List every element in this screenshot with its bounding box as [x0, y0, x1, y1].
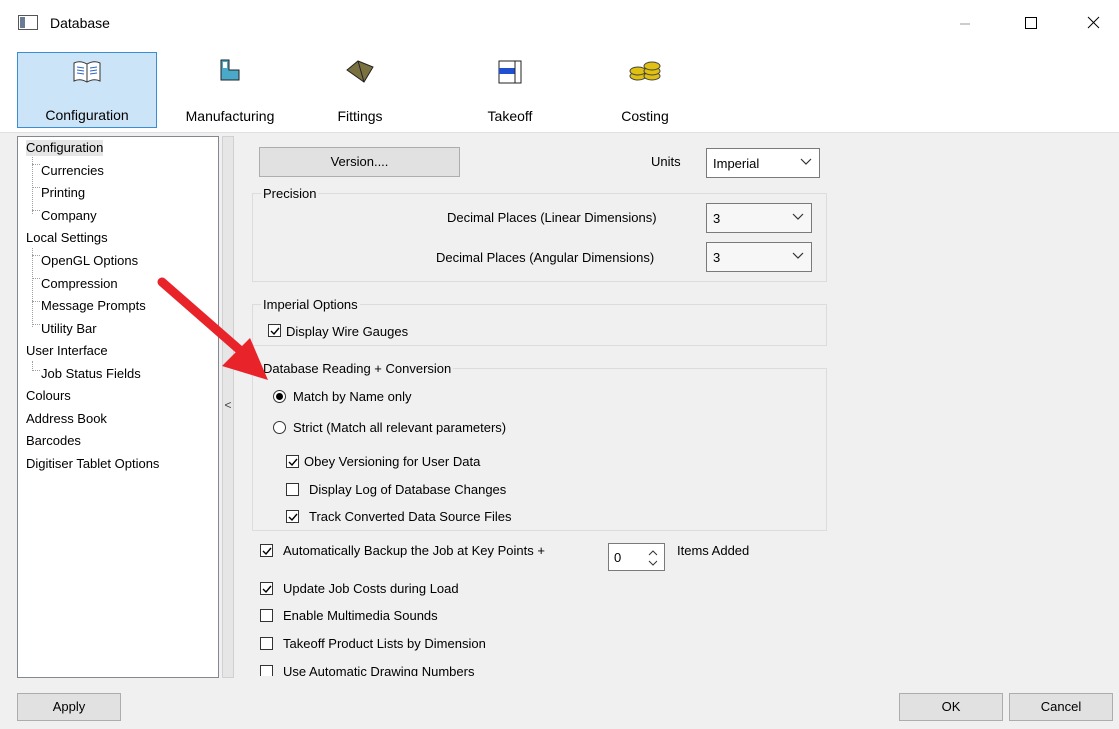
maximize-icon [1025, 17, 1037, 29]
ok-button[interactable]: OK [899, 693, 1003, 721]
minimize-button[interactable] [942, 6, 988, 40]
tree-item-configuration[interactable]: Configuration [26, 140, 104, 156]
clipped-row: Use Automatic Drawing Numbers [250, 660, 650, 676]
auto-backup-label: Automatically Backup the Job at Key Poin… [283, 543, 545, 558]
tab-label: Costing [621, 108, 669, 124]
tree-item-company[interactable]: Company [41, 208, 97, 224]
title-bar: Database [0, 0, 1119, 46]
takeoff-lists-checkbox[interactable] [260, 637, 273, 650]
tab-fittings[interactable]: Fittings [320, 52, 400, 128]
match-by-name-radio[interactable] [273, 390, 286, 403]
tab-label: Configuration [45, 107, 129, 123]
spinner-arrows-icon[interactable] [647, 549, 659, 567]
checkmark-icon [262, 585, 272, 594]
maximize-button[interactable] [1007, 6, 1053, 40]
chevron-down-icon [792, 213, 804, 220]
track-converted-label: Track Converted Data Source Files [309, 509, 512, 524]
units-value: Imperial [713, 156, 760, 171]
angular-decimal-label: Decimal Places (Angular Dimensions) [436, 250, 655, 265]
obey-versioning-label: Obey Versioning for User Data [304, 454, 481, 469]
tab-label: Fittings [337, 108, 383, 124]
app-icon [18, 15, 38, 30]
cancel-button[interactable]: Cancel [1009, 693, 1113, 721]
tree-item-opengl-options[interactable]: OpenGL Options [41, 253, 138, 269]
tree-item-compression[interactable]: Compression [41, 276, 118, 292]
linear-decimal-value: 3 [713, 211, 721, 226]
tree-item-currencies[interactable]: Currencies [41, 163, 104, 179]
multimedia-sounds-label: Enable Multimedia Sounds [283, 608, 438, 623]
chevron-down-icon [800, 158, 812, 165]
tree-item-digitiser-tablet-options[interactable]: Digitiser Tablet Options [26, 456, 159, 472]
apply-button[interactable]: Apply [17, 693, 121, 721]
update-job-costs-checkbox[interactable] [260, 582, 273, 595]
strict-match-radio[interactable] [273, 421, 286, 434]
update-job-costs-label: Update Job Costs during Load [283, 581, 459, 596]
auto-drawing-numbers-label: Use Automatic Drawing Numbers [283, 664, 475, 676]
duct-icon [217, 58, 243, 87]
close-button[interactable] [1071, 6, 1117, 40]
database-reading-label: Database Reading + Conversion [261, 361, 454, 376]
checkmark-icon [288, 458, 298, 467]
checkmark-icon [262, 547, 272, 556]
tree-item-message-prompts[interactable]: Message Prompts [41, 298, 146, 314]
backup-count-spinner[interactable]: 0 [608, 543, 665, 571]
items-added-label: Items Added [677, 543, 750, 558]
tab-label: Takeoff [487, 108, 533, 124]
coins-icon [628, 58, 662, 87]
display-wire-gauges-label: Display Wire Gauges [286, 324, 409, 339]
close-icon [1087, 16, 1100, 29]
ribbon: Configuration Manufacturing Fittings Tak… [0, 46, 1119, 133]
units-label: Units [651, 154, 681, 169]
fitting-icon [344, 58, 376, 87]
backup-count-value: 0 [614, 550, 622, 565]
tree-item-utility-bar[interactable]: Utility Bar [41, 321, 97, 337]
settings-tree[interactable]: Configuration Currencies Printing Compan… [17, 136, 219, 678]
tab-costing[interactable]: Costing [605, 52, 685, 128]
match-by-name-label: Match by Name only [293, 389, 412, 404]
book-icon [72, 59, 102, 88]
checkmark-icon [288, 513, 298, 522]
tree-item-address-book[interactable]: Address Book [26, 411, 107, 427]
strict-match-label: Strict (Match all relevant parameters) [293, 420, 507, 435]
tree-item-local-settings[interactable]: Local Settings [26, 230, 108, 246]
tree-item-job-status-fields[interactable]: Job Status Fields [41, 366, 141, 382]
version-button[interactable]: Version.... [259, 147, 460, 177]
chevron-down-icon [792, 252, 804, 259]
units-select[interactable]: Imperial [706, 148, 820, 178]
track-converted-checkbox[interactable] [286, 510, 299, 523]
tree-item-colours[interactable]: Colours [26, 388, 71, 404]
tab-label: Manufacturing [185, 108, 275, 124]
display-log-label: Display Log of Database Changes [309, 482, 507, 497]
tab-takeoff[interactable]: Takeoff [475, 52, 545, 128]
red-arrow-annotation [157, 277, 268, 380]
angular-decimal-select[interactable]: 3 [706, 242, 812, 272]
display-log-checkbox[interactable] [286, 483, 299, 496]
linear-decimal-label: Decimal Places (Linear Dimensions) [447, 210, 657, 225]
drawing-icon [496, 58, 524, 89]
angular-decimal-value: 3 [713, 250, 721, 265]
collapse-arrow-icon[interactable]: < [222, 398, 234, 412]
tab-manufacturing[interactable]: Manufacturing [170, 52, 290, 128]
window-title: Database [50, 15, 110, 31]
precision-group-label: Precision [261, 186, 319, 201]
takeoff-lists-label: Takeoff Product Lists by Dimension [283, 636, 486, 651]
minimize-icon [960, 23, 970, 25]
tree-item-barcodes[interactable]: Barcodes [26, 433, 81, 449]
obey-versioning-checkbox[interactable] [286, 455, 299, 468]
linear-decimal-select[interactable]: 3 [706, 203, 812, 233]
auto-drawing-numbers-checkbox[interactable] [260, 665, 273, 676]
tree-item-printing[interactable]: Printing [41, 185, 85, 201]
auto-backup-checkbox[interactable] [260, 544, 273, 557]
tab-configuration[interactable]: Configuration [17, 52, 157, 128]
tree-item-user-interface[interactable]: User Interface [26, 343, 108, 359]
multimedia-sounds-checkbox[interactable] [260, 609, 273, 622]
